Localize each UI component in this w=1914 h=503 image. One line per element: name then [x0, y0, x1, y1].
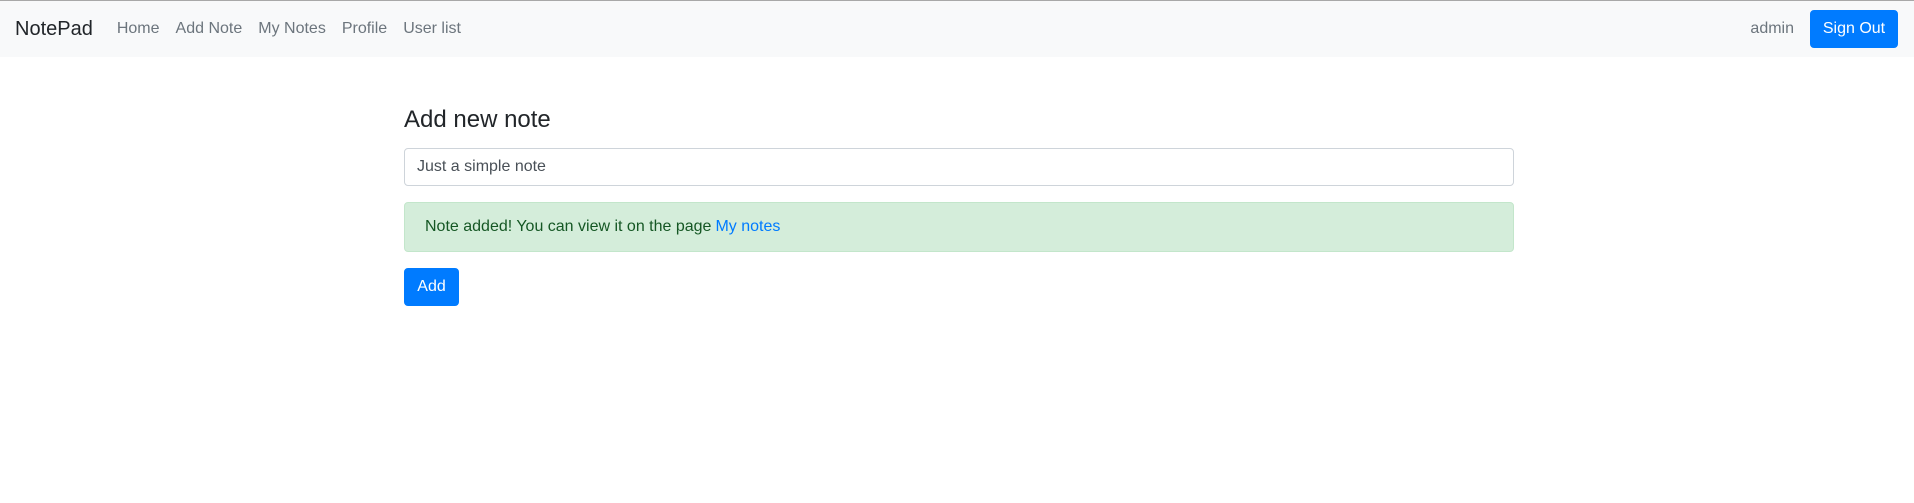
nav-user-area: admin Sign Out [1750, 10, 1899, 48]
nav-links: Home Add Note My Notes Profile User list [117, 20, 477, 38]
main-content: Add new note Note added! You can view it… [404, 104, 1514, 306]
sign-out-button[interactable]: Sign Out [1810, 10, 1898, 48]
my-notes-link[interactable]: My notes [715, 218, 780, 236]
alert-message: Note added! You can view it on the page [425, 218, 712, 235]
brand-logo[interactable]: NotePad [15, 18, 93, 41]
page-title: Add new note [404, 106, 551, 133]
nav-link-home[interactable]: Home [117, 20, 160, 38]
nav-link-profile[interactable]: Profile [342, 20, 387, 38]
nav-link-add-note[interactable]: Add Note [176, 20, 243, 38]
username-label: admin [1750, 20, 1794, 37]
note-input[interactable] [404, 148, 1514, 186]
nav-link-user-list[interactable]: User list [403, 20, 461, 38]
success-alert: Note added! You can view it on the page … [404, 202, 1514, 252]
navbar: NotePad Home Add Note My Notes Profile U… [0, 0, 1914, 57]
nav-link-my-notes[interactable]: My Notes [258, 20, 326, 38]
add-button[interactable]: Add [404, 268, 459, 306]
